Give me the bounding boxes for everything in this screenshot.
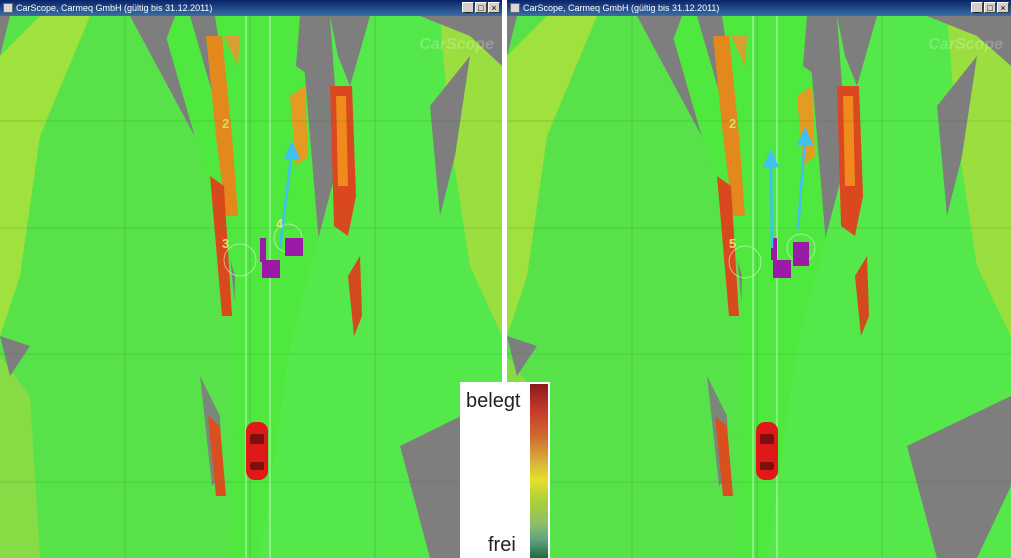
occupied-strip-3-core <box>843 96 855 186</box>
track-label: 5 <box>729 236 736 251</box>
right-title-bar[interactable]: CarScope, Carmeq GmbH (gültig bis 31.12.… <box>507 0 1011 16</box>
tracked-object[interactable] <box>260 238 266 262</box>
legend-label-occupied: belegt <box>466 390 521 412</box>
ego-vehicle-icon <box>756 422 778 480</box>
right-window-title: CarScope, Carmeq GmbH (gültig bis 31.12.… <box>523 3 720 13</box>
track-label: 2 <box>729 116 736 131</box>
legend-label-free: frei <box>488 534 516 556</box>
left-title-bar[interactable]: CarScope, Carmeq GmbH (gültig bis 31.12.… <box>0 0 502 16</box>
minimize-button[interactable]: _ <box>462 2 474 13</box>
ego-vehicle-icon <box>246 422 268 480</box>
left-occupancy-grid-view[interactable]: 2 3 4 CarScope <box>0 16 502 558</box>
tracked-object[interactable] <box>285 238 303 256</box>
left-occupancy-grid: 2 3 4 <box>0 16 502 558</box>
close-button[interactable]: × <box>488 2 500 13</box>
minimize-button[interactable]: _ <box>971 2 983 13</box>
tracked-object[interactable] <box>773 260 791 278</box>
maximize-button[interactable]: □ <box>984 2 996 13</box>
occupied-strip-3-core <box>336 96 348 186</box>
left-occupancy-window: CarScope, Carmeq GmbH (gültig bis 31.12.… <box>0 0 502 558</box>
app-icon <box>3 3 13 13</box>
right-occupancy-grid: 2 5 <box>507 16 1011 558</box>
maximize-button[interactable]: □ <box>475 2 487 13</box>
app-icon <box>510 3 520 13</box>
occupancy-color-legend: belegt frei <box>460 382 550 558</box>
legend-color-bar <box>530 384 548 558</box>
right-occupancy-window: CarScope, Carmeq GmbH (gültig bis 31.12.… <box>507 0 1011 558</box>
track-label: 4 <box>276 216 284 231</box>
close-button[interactable]: × <box>997 2 1009 13</box>
left-window-title: CarScope, Carmeq GmbH (gültig bis 31.12.… <box>16 3 213 13</box>
track-label: 3 <box>222 236 229 251</box>
track-label: 2 <box>222 116 229 131</box>
tracked-object[interactable] <box>793 242 809 266</box>
right-occupancy-grid-view[interactable]: 2 5 CarScope <box>507 16 1011 558</box>
tracked-object[interactable] <box>262 260 280 278</box>
